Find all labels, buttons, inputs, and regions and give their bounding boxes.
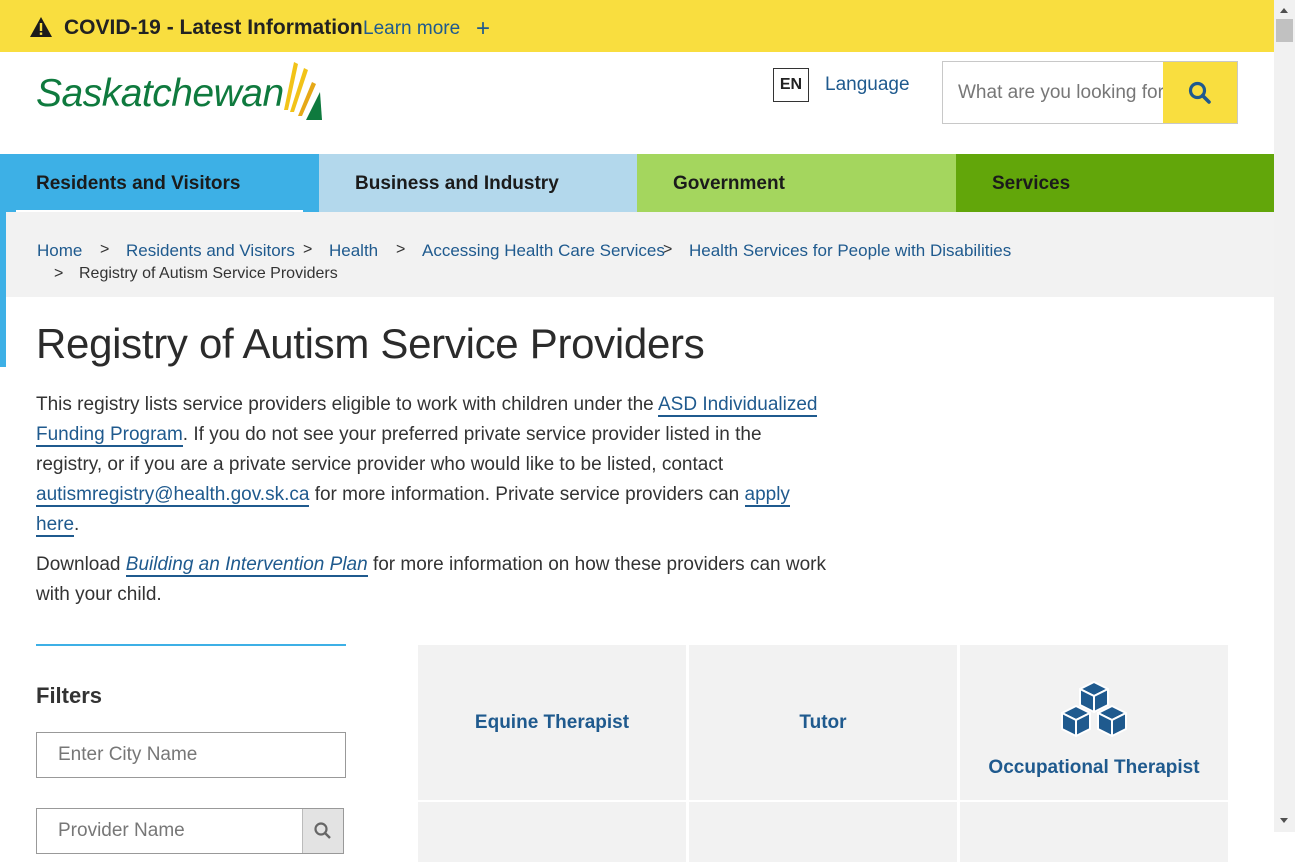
- email-link[interactable]: autismregistry@health.gov.sk.ca: [36, 484, 310, 507]
- tile-tutor[interactable]: Tutor: [689, 645, 957, 800]
- tile-equine-therapist[interactable]: Equine Therapist: [418, 645, 686, 800]
- intro-text: This registry lists service providers el…: [36, 394, 658, 415]
- nav-tab-label: Business and Industry: [355, 173, 559, 194]
- tile-label: Tutor: [799, 712, 847, 733]
- warning-icon: [30, 17, 52, 37]
- vertical-scrollbar[interactable]: [1274, 0, 1295, 832]
- covid-title: COVID-19 - Latest Information: [64, 16, 363, 39]
- site-search: [942, 61, 1238, 124]
- funding-program-link-continued[interactable]: Funding Program: [36, 424, 183, 447]
- tile-label: Equine Therapist: [474, 712, 630, 733]
- wheat-sheaf-icon: [284, 62, 322, 120]
- provider-filter: [36, 808, 344, 854]
- provider-search-button[interactable]: [302, 809, 343, 853]
- funding-program-link-text: ASD Individualized: [657, 394, 818, 415]
- breadcrumb-separator: >: [396, 241, 406, 258]
- covid-banner: COVID-19 - Latest Information Learn more…: [0, 0, 1274, 52]
- filters-heading: Filters: [36, 683, 103, 708]
- scroll-down-arrow-icon[interactable]: [1280, 818, 1288, 823]
- expand-plus-icon[interactable]: +: [476, 15, 490, 43]
- breadcrumb-disabilities[interactable]: Health Services for People with Disabili…: [689, 241, 1011, 261]
- site-search-button[interactable]: [1163, 62, 1237, 123]
- page-title: Registry of Autism Service Providers: [36, 320, 705, 367]
- language-link[interactable]: Language: [825, 74, 910, 96]
- scroll-up-arrow-icon[interactable]: [1280, 8, 1288, 13]
- nav-tab-label: Government: [673, 173, 785, 194]
- breadcrumb-current: Registry of Autism Service Providers: [79, 265, 338, 282]
- breadcrumb: Home > Residents and Visitors > Health >…: [6, 212, 1274, 297]
- tile-label: Occupational Therapist: [988, 757, 1200, 778]
- nav-tab-business-and-industry[interactable]: Business and Industry: [319, 154, 637, 212]
- intro-text: for more information. Private service pr…: [309, 484, 745, 505]
- apply-link-continued[interactable]: here: [36, 514, 75, 537]
- tile-next-row[interactable]: [418, 802, 686, 862]
- download-prefix: Download: [36, 554, 126, 575]
- intervention-plan-link[interactable]: Building an Intervention Plan: [125, 554, 368, 577]
- breadcrumb-health[interactable]: Health: [329, 241, 378, 261]
- tile-next-row[interactable]: [960, 802, 1228, 862]
- breadcrumb-separator: >: [303, 241, 313, 258]
- intro-text: .: [74, 514, 80, 535]
- breadcrumb-residents[interactable]: Residents and Visitors: [126, 241, 295, 261]
- logo-wordmark: Saskatchewan: [36, 72, 284, 115]
- breadcrumb-separator: >: [663, 241, 673, 258]
- intro-paragraph: This registry lists service providers el…: [36, 390, 826, 540]
- language-code-badge[interactable]: EN: [773, 68, 809, 102]
- tile-next-row[interactable]: [689, 802, 957, 862]
- provider-name-input[interactable]: [37, 809, 324, 853]
- cubes-icon: [1061, 681, 1127, 737]
- breadcrumb-accessing-health-care[interactable]: Accessing Health Care Services: [422, 241, 665, 261]
- download-paragraph: Download Building an Intervention Plan f…: [36, 550, 826, 610]
- funding-program-link-text: Funding Program: [36, 424, 183, 445]
- site-search-input[interactable]: [943, 62, 1163, 123]
- scrollbar-thumb[interactable]: [1276, 19, 1293, 42]
- nav-tab-label: Residents and Visitors: [36, 173, 241, 194]
- nav-tab-label: Services: [992, 173, 1071, 194]
- nav-tab-residents-and-visitors[interactable]: Residents and Visitors: [0, 154, 319, 213]
- filters-divider: [36, 644, 346, 646]
- city-filter-input[interactable]: [36, 732, 346, 778]
- search-icon: [1188, 81, 1211, 104]
- search-icon: [314, 822, 331, 839]
- nav-tab-services[interactable]: Services: [956, 154, 1274, 212]
- covid-learn-more-link[interactable]: Learn more: [363, 18, 460, 40]
- apply-link[interactable]: apply: [744, 484, 790, 507]
- breadcrumb-home[interactable]: Home: [37, 241, 82, 261]
- breadcrumb-separator: >: [100, 241, 110, 258]
- funding-program-link[interactable]: ASD Individualized: [657, 394, 818, 417]
- nav-tab-government[interactable]: Government: [637, 154, 956, 212]
- saskatchewan-logo[interactable]: Saskatchewan: [36, 62, 326, 122]
- main-navigation: Residents and Visitors Business and Indu…: [0, 154, 1274, 213]
- tile-occupational-therapist[interactable]: Occupational Therapist: [960, 645, 1228, 800]
- provider-type-grid: Equine Therapist Tutor Occupational Ther…: [418, 645, 1229, 862]
- breadcrumb-separator: >: [54, 265, 64, 282]
